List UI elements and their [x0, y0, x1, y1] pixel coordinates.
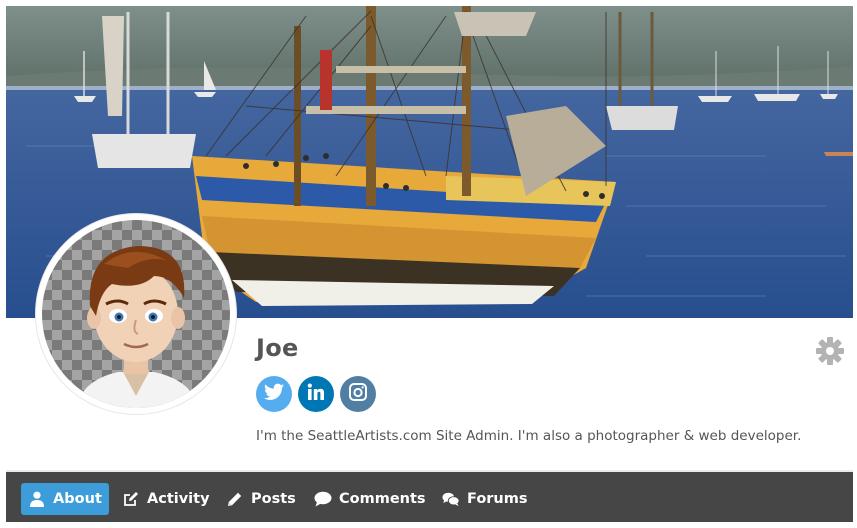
instagram-button[interactable]: [340, 376, 376, 412]
profile-name: Joe: [256, 334, 299, 362]
profile-page: Joe I'm the SeattleArtists.com Site Admi…: [0, 0, 857, 528]
tab-forums[interactable]: Forums: [442, 483, 528, 515]
avatar-image: [42, 220, 230, 408]
tab-posts[interactable]: Posts: [226, 483, 296, 515]
tab-comments[interactable]: Comments: [314, 483, 426, 515]
profile-nav: About Activity Posts Comments Forums: [6, 472, 853, 522]
tab-comments-label: Comments: [339, 491, 426, 507]
user-icon: [28, 490, 46, 508]
linkedin-button[interactable]: [298, 376, 334, 412]
tab-forums-label: Forums: [467, 491, 528, 507]
comment-icon: [314, 490, 332, 508]
twitter-icon: [264, 383, 284, 405]
linkedin-icon: [307, 383, 325, 405]
twitter-button[interactable]: [256, 376, 292, 412]
edit-icon: [122, 490, 140, 508]
profile-bio: I'm the SeattleArtists.com Site Admin. I…: [256, 428, 802, 444]
tab-about[interactable]: About: [21, 483, 109, 515]
instagram-icon: [349, 383, 367, 405]
comments-icon: [442, 490, 460, 508]
avatar[interactable]: [36, 214, 236, 414]
tab-activity[interactable]: Activity: [122, 483, 210, 515]
gear-icon[interactable]: [815, 336, 845, 366]
pencil-icon: [226, 490, 244, 508]
tab-activity-label: Activity: [147, 491, 210, 507]
tab-posts-label: Posts: [251, 491, 296, 507]
tab-about-label: About: [53, 491, 102, 507]
